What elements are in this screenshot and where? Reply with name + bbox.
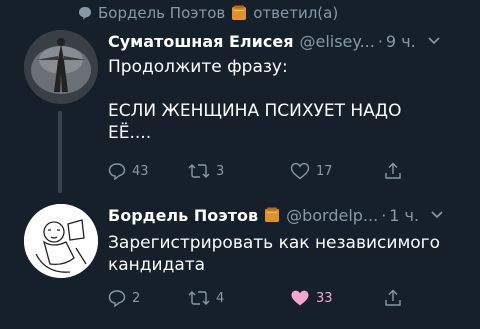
author-name[interactable]: Суматошная Елисея (108, 32, 293, 51)
thread-connector-line (58, 111, 62, 193)
reply-button[interactable]: 43 (108, 162, 149, 180)
author-handle[interactable]: @bordelp... (286, 206, 378, 225)
like-count: 33 (316, 290, 333, 306)
author-handle[interactable]: @elisey... (299, 32, 374, 51)
retweet-button[interactable]: 3 (188, 162, 224, 180)
reply-count: 43 (132, 163, 149, 179)
tweet-header: Суматошная Елисея @elisey... · 9 ч. (108, 30, 440, 52)
separator-dot: · (381, 205, 387, 225)
tweet-header: Бордель Поэтов @bordelp... · 1 ч. (108, 204, 443, 226)
folder-icon (231, 5, 247, 21)
retweet-icon (188, 289, 210, 307)
like-button[interactable]: 33 (290, 289, 333, 307)
like-button[interactable]: 17 (290, 162, 333, 180)
avatar[interactable] (24, 204, 98, 278)
reply-icon (108, 289, 126, 307)
timestamp[interactable]: 9 ч. (386, 32, 416, 51)
retweet-count: 3 (216, 163, 225, 179)
tweet-text: Продолжите фразу: ЕСЛИ ЖЕНЩИНА ПСИХУЕТ Н… (108, 57, 402, 143)
share-button[interactable] (384, 289, 402, 307)
heart-filled-icon (290, 289, 310, 307)
tweet-actions: 2 4 33 (108, 287, 428, 309)
banner-author[interactable]: Бордель Поэтов (98, 4, 225, 22)
like-count: 17 (316, 163, 333, 179)
retweet-count: 4 (216, 290, 225, 306)
retweet-button[interactable]: 4 (188, 289, 224, 307)
share-icon (384, 289, 402, 307)
reply-context-banner: Бордель Поэтов ответил(а) (78, 2, 338, 24)
chevron-down-icon[interactable] (431, 211, 443, 219)
tweet-actions: 43 3 17 (108, 160, 428, 182)
separator-dot: · (377, 31, 383, 51)
tweet-text: Зарегистрировать как независимого кандид… (108, 233, 440, 275)
heart-icon (290, 162, 310, 180)
banner-suffix: ответил(а) (253, 4, 339, 22)
timestamp[interactable]: 1 ч. (389, 206, 419, 225)
avatar[interactable] (24, 30, 98, 104)
author-name[interactable]: Бордель Поэтов (108, 206, 258, 225)
retweet-icon (188, 162, 210, 180)
folder-icon (264, 207, 280, 223)
share-button[interactable] (384, 162, 402, 180)
reply-icon (108, 162, 126, 180)
share-icon (384, 162, 402, 180)
reply-button[interactable]: 2 (108, 289, 140, 307)
chevron-down-icon[interactable] (428, 37, 440, 45)
speech-bubble-icon (78, 6, 92, 20)
reply-count: 2 (132, 290, 141, 306)
